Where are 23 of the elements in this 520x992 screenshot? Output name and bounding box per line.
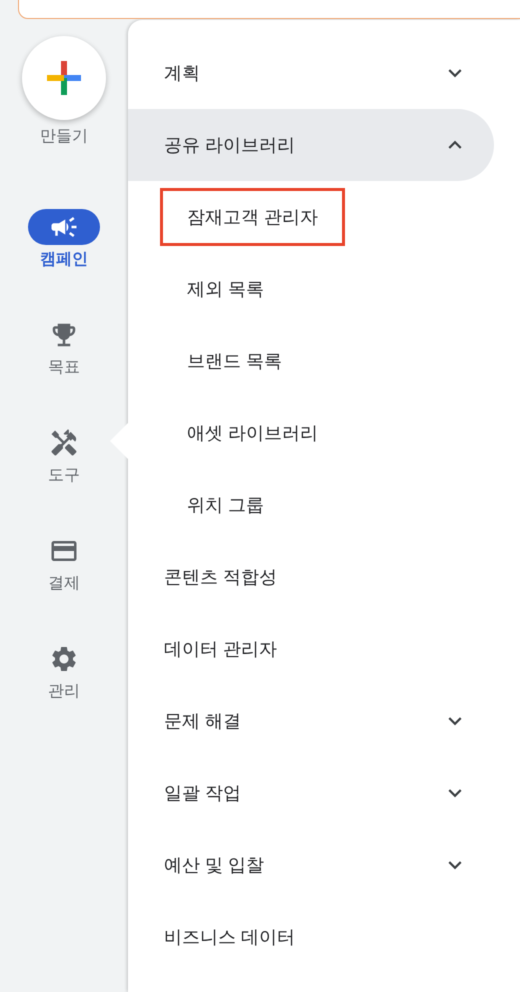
menu-item[interactable]: 일괄 작업 (128, 757, 494, 829)
rail-label[interactable]: 결제 (48, 573, 80, 594)
submenu-item[interactable]: 위치 그룹 (160, 476, 292, 534)
menu-item[interactable]: 예산 및 입찰 (128, 829, 494, 901)
menu-item[interactable]: 비즈니스 데이터 (128, 901, 494, 973)
menu-item[interactable]: 콘텐츠 적합성 (128, 541, 494, 613)
submenu-item[interactable]: 애셋 라이브러리 (160, 404, 346, 462)
submenu-item[interactable]: 잠재고객 관리자 (160, 188, 346, 246)
create-button[interactable] (22, 36, 106, 120)
rail-label: 만들기 (40, 127, 88, 147)
rail-label[interactable]: 목표 (48, 357, 80, 378)
submenu-item[interactable]: 제외 목록 (160, 260, 292, 318)
rail-label[interactable]: 관리 (48, 681, 80, 702)
rail-label[interactable]: 캠페인 (40, 249, 88, 270)
submenu-item[interactable]: 브랜드 목록 (160, 332, 310, 390)
plus-icon (44, 58, 84, 98)
menu-item[interactable]: 데이터 관리자 (128, 613, 494, 685)
tools-icon (49, 428, 79, 458)
menu-item[interactable]: 공유 라이브러리 (128, 109, 494, 181)
rail-label[interactable]: 도구 (48, 465, 80, 486)
menu-item[interactable]: 계획 (128, 37, 494, 109)
menu-item[interactable]: 문제 해결 (128, 685, 494, 757)
rail-tab[interactable] (28, 209, 100, 245)
